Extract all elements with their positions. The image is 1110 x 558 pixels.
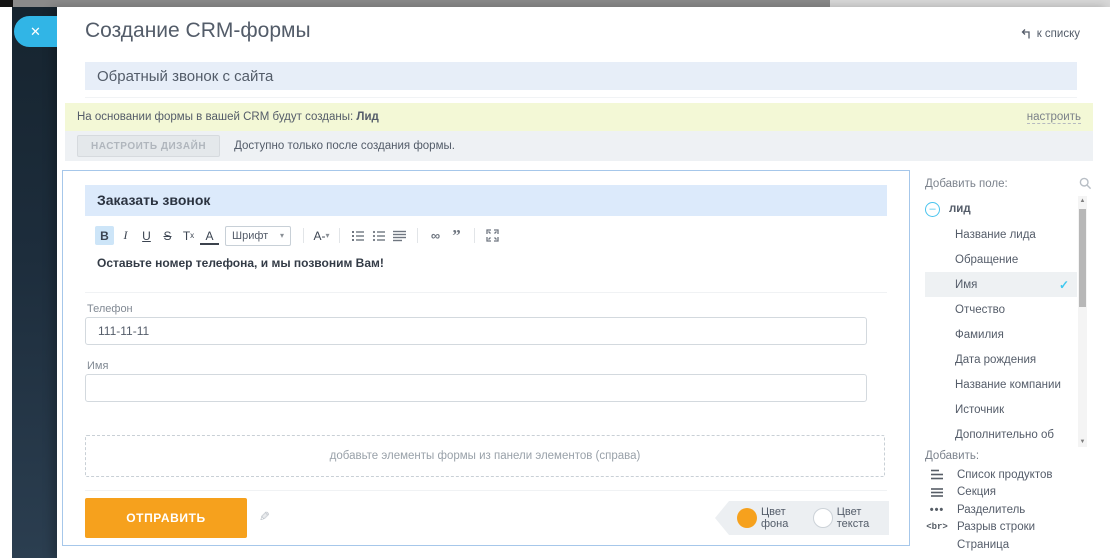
form-title[interactable]: Заказать звонок [85,185,887,216]
phone-field-input[interactable] [85,317,867,345]
add-item-divider[interactable]: ••• Разделитель [925,501,1092,519]
fullscreen-icon [486,229,499,242]
divider [85,292,887,293]
bullet-list-icon [372,230,385,241]
br-tag-icon: <br> [926,522,948,533]
notice-text: На основании формы в вашей CRM будут соз… [77,111,354,123]
text-color-button[interactable]: A [200,228,219,245]
form-editor-card: Заказать звонок B I U S Tx A Шрифт ▾ A- ▾ [62,170,910,546]
back-to-list-label: к списку [1036,28,1080,40]
caret-down-icon: ▾ [279,231,284,240]
add-item-section[interactable]: Секция [925,484,1092,502]
add-elements-list: Список продуктов Секция ••• Разделитель … [925,466,1092,554]
font-select-value: Шрифт [232,229,269,242]
fullscreen-button[interactable] [483,226,502,245]
align-button[interactable] [390,226,409,245]
divider [85,490,887,491]
font-select[interactable]: Шрифт ▾ [225,225,291,246]
bg-color-label: Цвет фона [761,506,789,530]
submit-button[interactable]: ОТПРАВИТЬ [85,498,247,538]
configure-link[interactable]: настроить [1026,111,1081,124]
background-overlay [12,7,57,558]
add-item-product-list[interactable]: Список продуктов [925,466,1092,484]
field-item-birthdate[interactable]: Дата рождения [925,347,1077,372]
search-icon[interactable] [1079,177,1092,190]
name-field-input[interactable] [85,374,867,402]
strikethrough-button[interactable]: S [158,226,177,245]
lead-group-header[interactable]: – лид [925,196,1077,222]
dropzone-text: добавьте элементы формы из панели элемен… [329,450,641,462]
font-size-button[interactable]: A- ▾ [312,226,331,245]
design-hint: Доступно только после создания формы. [234,140,455,152]
add-field-label: Добавить поле: [925,177,1008,190]
field-item-source[interactable]: Источник [925,397,1077,422]
quote-icon: ” [452,225,461,245]
scroll-down-icon[interactable]: ▼ [1078,437,1087,447]
product-list-icon [931,469,943,480]
form-name-input[interactable] [85,62,1077,90]
setup-design-button[interactable]: НАСТРОИТЬ ДИЗАЙН [77,135,221,157]
section-icon [931,487,943,497]
underline-button[interactable]: U [137,226,156,245]
close-icon: ✕ [30,23,41,39]
back-to-list-link[interactable]: к списку [1019,28,1080,40]
form-description-text[interactable]: Оставьте номер телефона, и мы позвоним В… [97,256,384,270]
caret-down-icon: ▾ [325,231,330,240]
insert-link-button[interactable]: ∞ [426,226,445,245]
edit-button-label-icon[interactable]: ✎ [259,509,270,525]
bullet-list-button[interactable] [369,226,388,245]
check-icon: ✓ [1058,277,1069,292]
divider-dots-icon: ••• [929,503,945,516]
field-item-lead-name[interactable]: Название лида [925,222,1077,247]
text-color-label: Цвет текста [836,506,870,530]
ordered-list-button[interactable] [348,226,367,245]
crm-entity-notice: На основании формы в вашей CRM будут соз… [65,103,1093,131]
bg-color-swatch[interactable] [737,508,757,528]
quote-button[interactable]: ” [447,226,466,245]
ordered-list-icon [351,230,364,241]
scroll-up-icon[interactable]: ▲ [1078,196,1087,206]
design-bar: НАСТРОИТЬ ДИЗАЙН Доступно только после с… [65,131,1093,161]
field-item-source-details[interactable]: Дополнительно об [925,422,1077,447]
screen: ✕ Создание CRM-формы к списку На основан… [0,0,1110,558]
name-field-label: Имя [87,360,109,372]
field-item-company-name[interactable]: Название компании [925,372,1077,397]
field-item-name[interactable]: Имя ✓ [925,272,1077,297]
notice-entity: Лид [356,111,379,123]
italic-button[interactable]: I [116,226,135,245]
close-slider-button[interactable]: ✕ [14,16,57,47]
link-icon: ∞ [430,228,441,243]
back-arrow-icon [1021,29,1030,39]
lead-fields-list: – лид Название лида Обращение Имя ✓ Отче… [925,196,1077,447]
window-top-edge [0,0,1110,7]
field-item-last-name[interactable]: Фамилия [925,322,1077,347]
add-field-header: Добавить поле: [925,177,1092,190]
rich-text-toolbar: B I U S Tx A Шрифт ▾ A- ▾ ∞ ” [85,225,887,246]
field-item-salutation[interactable]: Обращение [925,247,1077,272]
button-color-toggle: Цвет фона Цвет текста [715,501,889,535]
header-divider [85,97,1077,98]
text-color-swatch[interactable] [812,508,833,528]
group-name: лид [949,203,971,215]
add-item-line-break[interactable]: <br> Разрыв строки [925,519,1092,537]
clear-format-button[interactable]: Tx [179,226,198,245]
bold-button[interactable]: B [95,226,114,245]
collapse-minus-icon: – [925,201,940,217]
crm-form-slider: Создание CRM-формы к списку На основании… [57,7,1110,558]
add-item-page[interactable]: Страница [925,536,1092,554]
phone-field-label: Телефон [87,303,133,315]
form-elements-dropzone[interactable]: добавьте элементы формы из панели элемен… [85,435,885,477]
align-icon [393,230,406,241]
fields-scrollbar[interactable]: ▲ ▼ [1078,196,1087,447]
add-elements-label: Добавить: [925,450,980,462]
field-item-middle-name[interactable]: Отчество [925,297,1077,322]
scrollbar-thumb[interactable] [1079,209,1086,307]
page-title: Создание CRM-формы [85,19,311,42]
